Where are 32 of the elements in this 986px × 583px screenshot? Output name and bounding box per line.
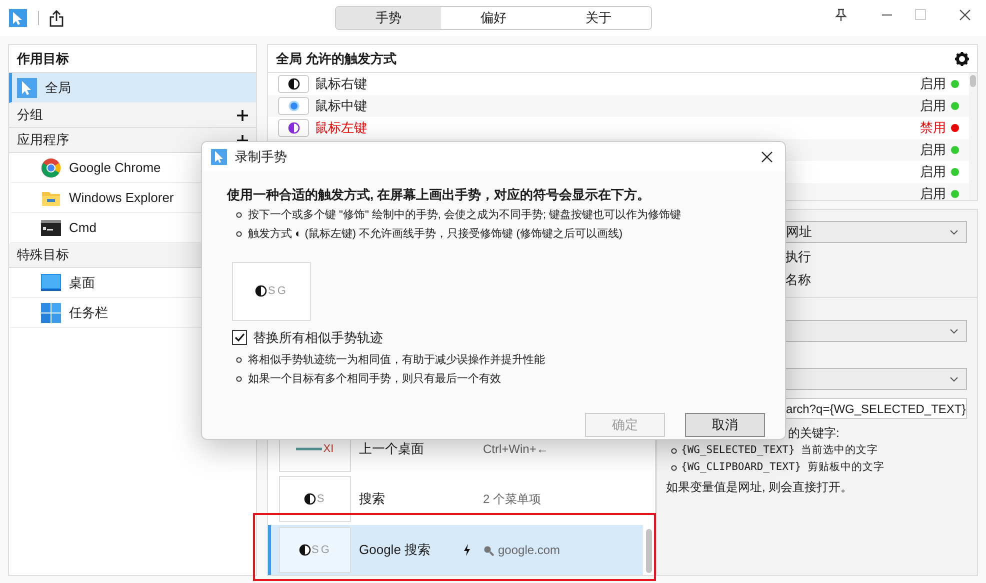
gesture-name: Google 搜索 [359, 541, 432, 560]
status-label: 禁用 [920, 119, 946, 138]
gesture-detail: google.com [498, 542, 560, 559]
panel-title: 全局 允许的触发方式 [276, 50, 397, 68]
note-text: 将相似手势轨迹统一为相同值，有助于减少误操作并提升性能 [248, 352, 545, 368]
gesture-symbol: XI [323, 442, 334, 457]
help-text: 如果变量值是网址, 则会直接打开。 [665, 478, 854, 496]
section-header: 应用程序 [17, 131, 69, 150]
gesture-symbol: SG [312, 542, 332, 558]
gesture-detail: 2 个菜单项 [483, 491, 542, 508]
checkbox-label: 替换所有相似手势轨迹 [253, 328, 383, 347]
status-label: 启用 [920, 97, 946, 116]
section-header: 分组 [17, 106, 43, 124]
help-text: {WG_CLIPBOARD_TEXT} 剪贴板中的文字 [681, 460, 884, 475]
status-label: 启用 [920, 163, 946, 182]
gesture-name: 上一个桌面 [359, 440, 425, 458]
trigger-name: 鼠标右键 [315, 75, 367, 94]
status-label: 启用 [920, 185, 946, 200]
help-text: {WG_SELECTED_TEXT} 当前选中的文字 [681, 443, 878, 458]
gesture-name: 搜索 [359, 490, 386, 508]
note-text: 如果一个目标有多个相同手势，则只有最后一个有效 [248, 372, 501, 387]
gesture-detail: Ctrl+Win+← [483, 441, 548, 458]
trigger-name: 鼠标中键 [315, 97, 367, 116]
gesture-symbol: S [316, 492, 326, 507]
status-label: 启用 [920, 141, 946, 160]
section-header: 特殊目标 [17, 246, 69, 264]
option-label: 执行 [784, 248, 812, 266]
gesture-symbol: SG [268, 284, 288, 299]
option-label: 名称 [784, 270, 812, 289]
help-text: 的关键字: [788, 425, 840, 442]
trigger-name: 鼠标左键 [315, 119, 367, 138]
status-label: 启用 [920, 75, 946, 94]
